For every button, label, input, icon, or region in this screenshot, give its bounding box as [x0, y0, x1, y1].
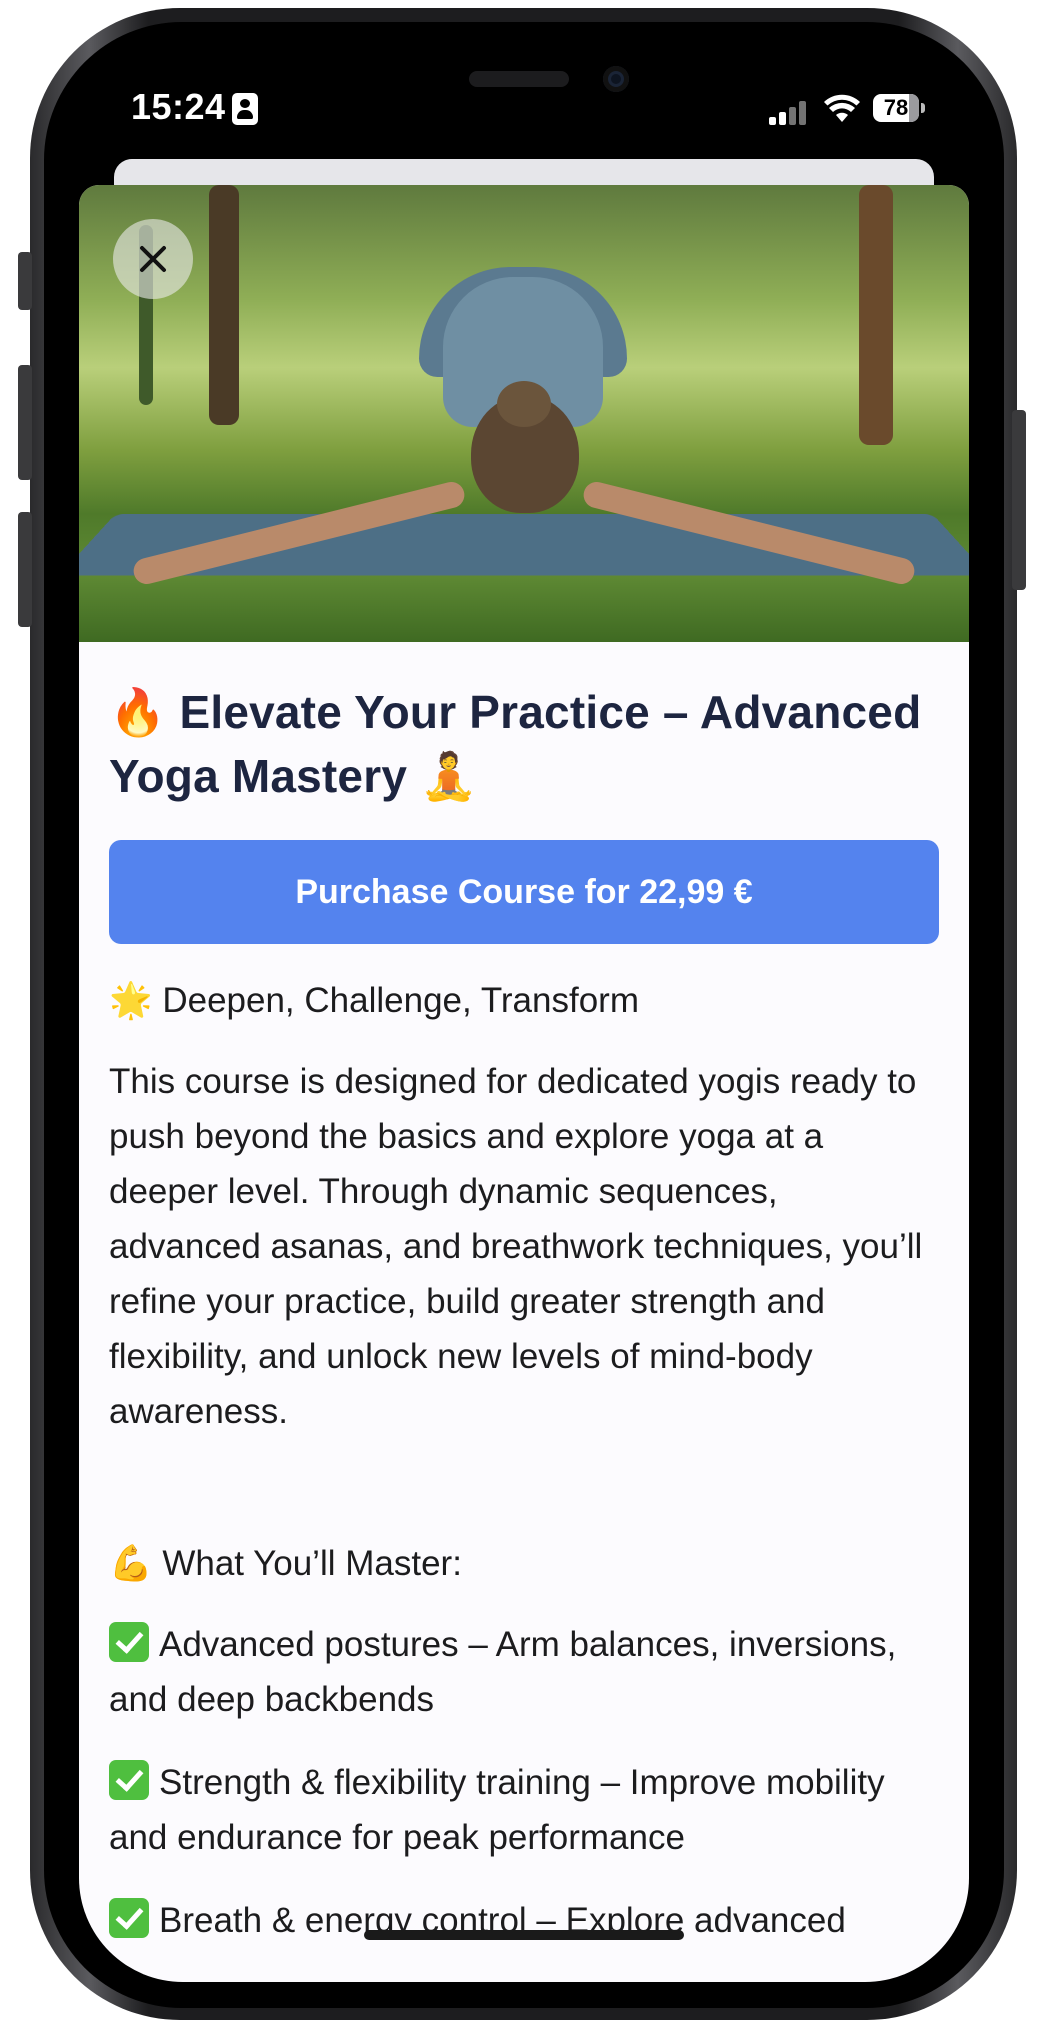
master-heading-text: What You’ll Master: [162, 1544, 462, 1583]
home-indicator[interactable] [364, 1930, 684, 1940]
star-emoji-icon: 🌟 [109, 981, 153, 1021]
check-mark-icon [109, 1622, 149, 1662]
battery-icon: 78 [873, 94, 925, 122]
fire-emoji-icon: 🔥 [109, 685, 167, 739]
contact-card-icon [232, 93, 258, 125]
course-title: 🔥 Elevate Your Practice – Advanced Yoga … [109, 680, 939, 808]
list-item-text: Advanced postures – Arm balances, invers… [109, 1625, 897, 1719]
dynamic-island-speaker [469, 71, 569, 87]
front-camera [603, 66, 629, 92]
list-item: Strength & flexibility training – Improv… [109, 1755, 939, 1865]
volume-down-button [18, 512, 32, 627]
volume-up-button [18, 365, 32, 480]
flexed-biceps-emoji-icon: 💪 [109, 1544, 153, 1584]
screen: 15:24 78 🔥 Elevate Your Practice – Advan… [79, 56, 969, 1982]
purchase-course-button[interactable]: Purchase Course for 22,99 € [109, 840, 939, 944]
course-sheet[interactable]: 🔥 Elevate Your Practice – Advanced Yoga … [79, 185, 969, 1982]
meditation-emoji-icon: 🧘 [420, 749, 478, 803]
check-mark-icon [109, 1898, 149, 1938]
mute-switch [18, 252, 32, 310]
tagline-text: Deepen, Challenge, Transform [162, 981, 639, 1020]
close-button[interactable] [113, 219, 193, 299]
course-content: 🔥 Elevate Your Practice – Advanced Yoga … [109, 642, 939, 1948]
course-description: This course is designed for dedicated yo… [109, 1062, 923, 1431]
cellular-signal-icon [769, 101, 809, 125]
course-tagline: 🌟 Deepen, Challenge, Transform [109, 978, 939, 1024]
check-mark-icon [109, 1760, 149, 1800]
power-button [1012, 410, 1026, 590]
status-time: 15:24 [131, 86, 226, 127]
battery-level: 78 [883, 95, 909, 120]
master-heading: 💪 What You’ll Master: [109, 1539, 939, 1589]
course-title-text: Elevate Your Practice – Advanced Yoga Ma… [109, 686, 922, 802]
close-icon [140, 246, 166, 272]
wifi-icon [824, 94, 860, 122]
list-item: Advanced postures – Arm balances, invers… [109, 1617, 939, 1727]
list-item-text: Strength & flexibility training – Improv… [109, 1763, 885, 1857]
course-hero-image [79, 185, 969, 642]
